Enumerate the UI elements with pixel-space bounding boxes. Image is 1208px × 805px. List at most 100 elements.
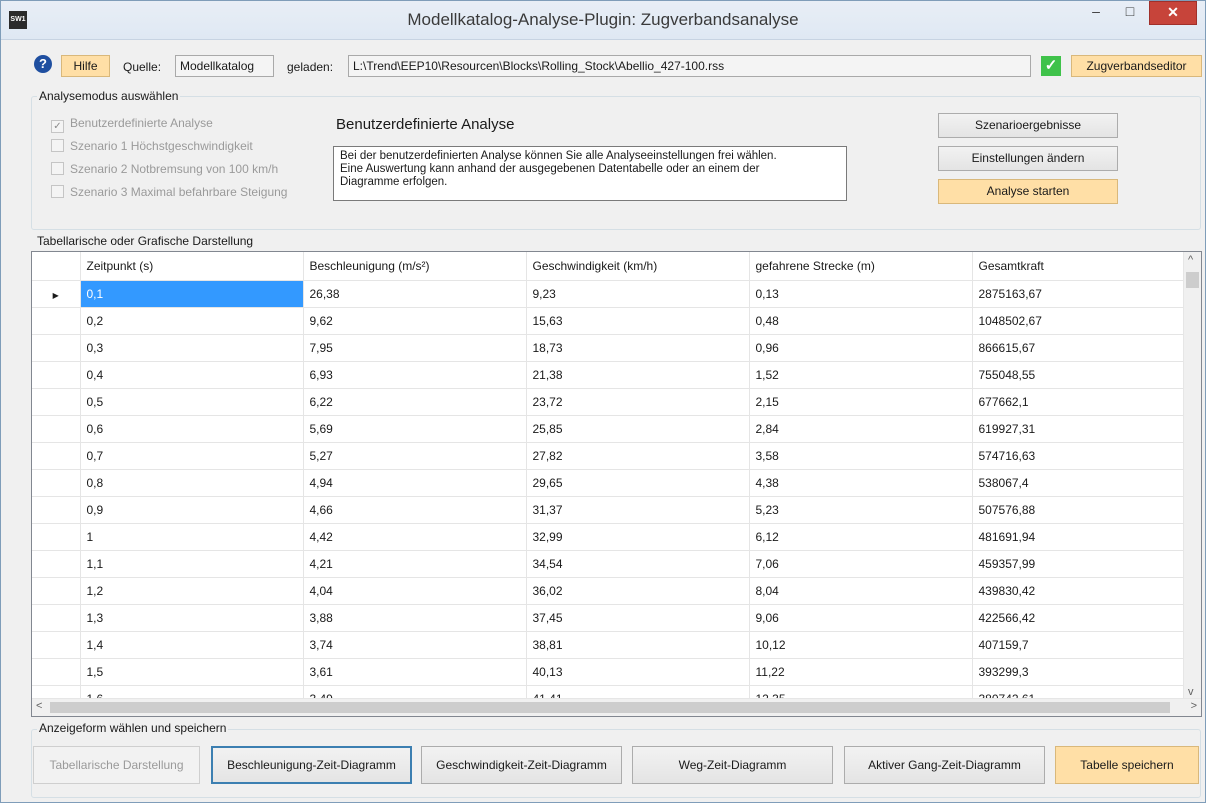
option-scenario-3[interactable]: Szenario 3 Maximal befahrbare Steigung [51, 185, 287, 199]
scroll-down-icon[interactable]: v [1188, 686, 1194, 698]
table-cell[interactable]: 1,3 [80, 604, 304, 632]
row-header[interactable] [32, 388, 81, 416]
table-cell[interactable]: 507576,88 [972, 496, 1187, 524]
column-header[interactable]: Beschleunigung (m/s²) [303, 252, 527, 281]
gear-time-chart-button[interactable]: Aktiver Gang-Zeit-Diagramm [844, 746, 1045, 784]
table-cell[interactable]: 10,12 [749, 631, 973, 659]
table-cell[interactable]: 1,1 [80, 550, 304, 578]
row-header[interactable] [32, 496, 81, 524]
row-header[interactable] [32, 658, 81, 686]
table-row[interactable]: 0,9 4,66 31,37 5,23 507576,88 [32, 496, 1187, 524]
table-cell[interactable]: 0,9 [80, 496, 304, 524]
checkbox-icon[interactable] [51, 185, 64, 198]
table-cell[interactable]: 1048502,67 [972, 307, 1187, 335]
table-cell[interactable]: 866615,67 [972, 334, 1187, 362]
table-cell[interactable]: 677662,1 [972, 388, 1187, 416]
table-cell[interactable]: 459357,99 [972, 550, 1187, 578]
table-cell[interactable]: 481691,94 [972, 523, 1187, 551]
table-row[interactable]: 0,4 6,93 21,38 1,52 755048,55 [32, 361, 1187, 389]
row-header[interactable] [32, 604, 81, 632]
table-cell[interactable]: 4,04 [303, 577, 527, 605]
checkbox-icon[interactable] [51, 139, 64, 152]
distance-time-chart-button[interactable]: Weg-Zeit-Diagramm [632, 746, 833, 784]
table-cell[interactable]: 6,12 [749, 523, 973, 551]
close-button[interactable]: ✕ [1149, 1, 1197, 25]
option-scenario-1[interactable]: Szenario 1 Höchstgeschwindigkeit [51, 139, 253, 153]
horizontal-scrollbar[interactable]: < > [32, 698, 1201, 716]
column-header[interactable]: gefahrene Strecke (m) [749, 252, 973, 281]
table-cell[interactable]: 7,95 [303, 334, 527, 362]
start-analysis-button[interactable]: Analyse starten [938, 179, 1118, 204]
table-cell[interactable]: 0,8 [80, 469, 304, 497]
table-cell[interactable]: 25,85 [526, 415, 750, 443]
table-row[interactable]: 0,2 9,62 15,63 0,48 1048502,67 [32, 307, 1187, 335]
scenario-results-button[interactable]: Szenarioergebnisse [938, 113, 1118, 138]
vertical-scroll-thumb[interactable] [1186, 272, 1199, 288]
train-editor-button[interactable]: Zugverbandseditor [1071, 55, 1202, 77]
row-header[interactable]: ▶ [32, 280, 81, 308]
table-row[interactable]: 1,4 3,74 38,81 10,12 407159,7 [32, 631, 1187, 659]
table-cell[interactable]: 393299,3 [972, 658, 1187, 686]
table-cell[interactable]: 18,73 [526, 334, 750, 362]
table-cell[interactable]: 37,45 [526, 604, 750, 632]
table-cell[interactable]: 36,02 [526, 577, 750, 605]
table-cell[interactable]: 3,74 [303, 631, 527, 659]
table-cell[interactable]: 34,54 [526, 550, 750, 578]
loaded-path-field[interactable]: L:\Trend\EEP10\Resourcen\Blocks\Rolling_… [348, 55, 1031, 77]
help-icon[interactable]: ? [34, 55, 52, 73]
table-cell[interactable]: 9,06 [749, 604, 973, 632]
source-field[interactable]: Modellkatalog [175, 55, 274, 77]
table-cell[interactable]: 4,38 [749, 469, 973, 497]
data-grid[interactable]: Zeitpunkt (s) Beschleunigung (m/s²) Gesc… [31, 251, 1202, 717]
table-cell[interactable]: 9,62 [303, 307, 527, 335]
table-row[interactable]: 0,3 7,95 18,73 0,96 866615,67 [32, 334, 1187, 362]
help-button[interactable]: Hilfe [61, 55, 110, 77]
table-cell[interactable]: 1 [80, 523, 304, 551]
horizontal-scroll-thumb[interactable] [50, 702, 1170, 713]
table-cell[interactable]: 422566,42 [972, 604, 1187, 632]
table-row[interactable]: 0,8 4,94 29,65 4,38 538067,4 [32, 469, 1187, 497]
table-row[interactable]: 1,2 4,04 36,02 8,04 439830,42 [32, 577, 1187, 605]
row-header[interactable] [32, 307, 81, 335]
table-cell[interactable]: 3,58 [749, 442, 973, 470]
table-row[interactable]: 1,3 3,88 37,45 9,06 422566,42 [32, 604, 1187, 632]
table-cell[interactable]: 23,72 [526, 388, 750, 416]
table-cell[interactable]: 0,3 [80, 334, 304, 362]
table-cell[interactable]: 4,42 [303, 523, 527, 551]
table-cell[interactable]: 32,99 [526, 523, 750, 551]
table-cell[interactable]: 2875163,67 [972, 280, 1187, 308]
table-cell[interactable]: 2,84 [749, 415, 973, 443]
column-header[interactable]: Gesamtkraft [972, 252, 1187, 281]
tabular-view-button[interactable]: Tabellarische Darstellung [33, 746, 200, 784]
column-header[interactable]: Zeitpunkt (s) [80, 252, 304, 281]
table-cell[interactable]: 574716,63 [972, 442, 1187, 470]
table-cell[interactable]: 3,61 [303, 658, 527, 686]
table-cell[interactable]: 11,22 [749, 658, 973, 686]
table-row[interactable]: 0,7 5,27 27,82 3,58 574716,63 [32, 442, 1187, 470]
table-cell[interactable]: 407159,7 [972, 631, 1187, 659]
table-cell[interactable]: 0,5 [80, 388, 304, 416]
checkbox-icon[interactable]: ✓ [51, 120, 64, 133]
table-row[interactable]: 1,1 4,21 34,54 7,06 459357,99 [32, 550, 1187, 578]
table-cell[interactable]: 1,2 [80, 577, 304, 605]
table-cell[interactable]: 8,04 [749, 577, 973, 605]
row-header[interactable] [32, 469, 81, 497]
table-cell[interactable]: 538067,4 [972, 469, 1187, 497]
save-table-button[interactable]: Tabelle speichern [1055, 746, 1199, 784]
table-cell[interactable]: 0,7 [80, 442, 304, 470]
table-row[interactable]: 1,5 3,61 40,13 11,22 393299,3 [32, 658, 1187, 686]
table-cell[interactable]: 9,23 [526, 280, 750, 308]
table-cell[interactable]: 6,93 [303, 361, 527, 389]
table-cell[interactable]: 6,22 [303, 388, 527, 416]
option-custom-analysis[interactable]: ✓ Benutzerdefinierte Analyse [51, 116, 213, 133]
column-header[interactable]: Geschwindigkeit (km/h) [526, 252, 750, 281]
table-cell[interactable]: 0,96 [749, 334, 973, 362]
table-cell[interactable]: 21,38 [526, 361, 750, 389]
table-cell[interactable]: 15,63 [526, 307, 750, 335]
table-cell[interactable]: 4,66 [303, 496, 527, 524]
table-row[interactable]: 1 4,42 32,99 6,12 481691,94 [32, 523, 1187, 551]
change-settings-button[interactable]: Einstellungen ändern [938, 146, 1118, 171]
table-cell[interactable]: 1,52 [749, 361, 973, 389]
table-cell[interactable]: 40,13 [526, 658, 750, 686]
table-cell[interactable]: 619927,31 [972, 415, 1187, 443]
